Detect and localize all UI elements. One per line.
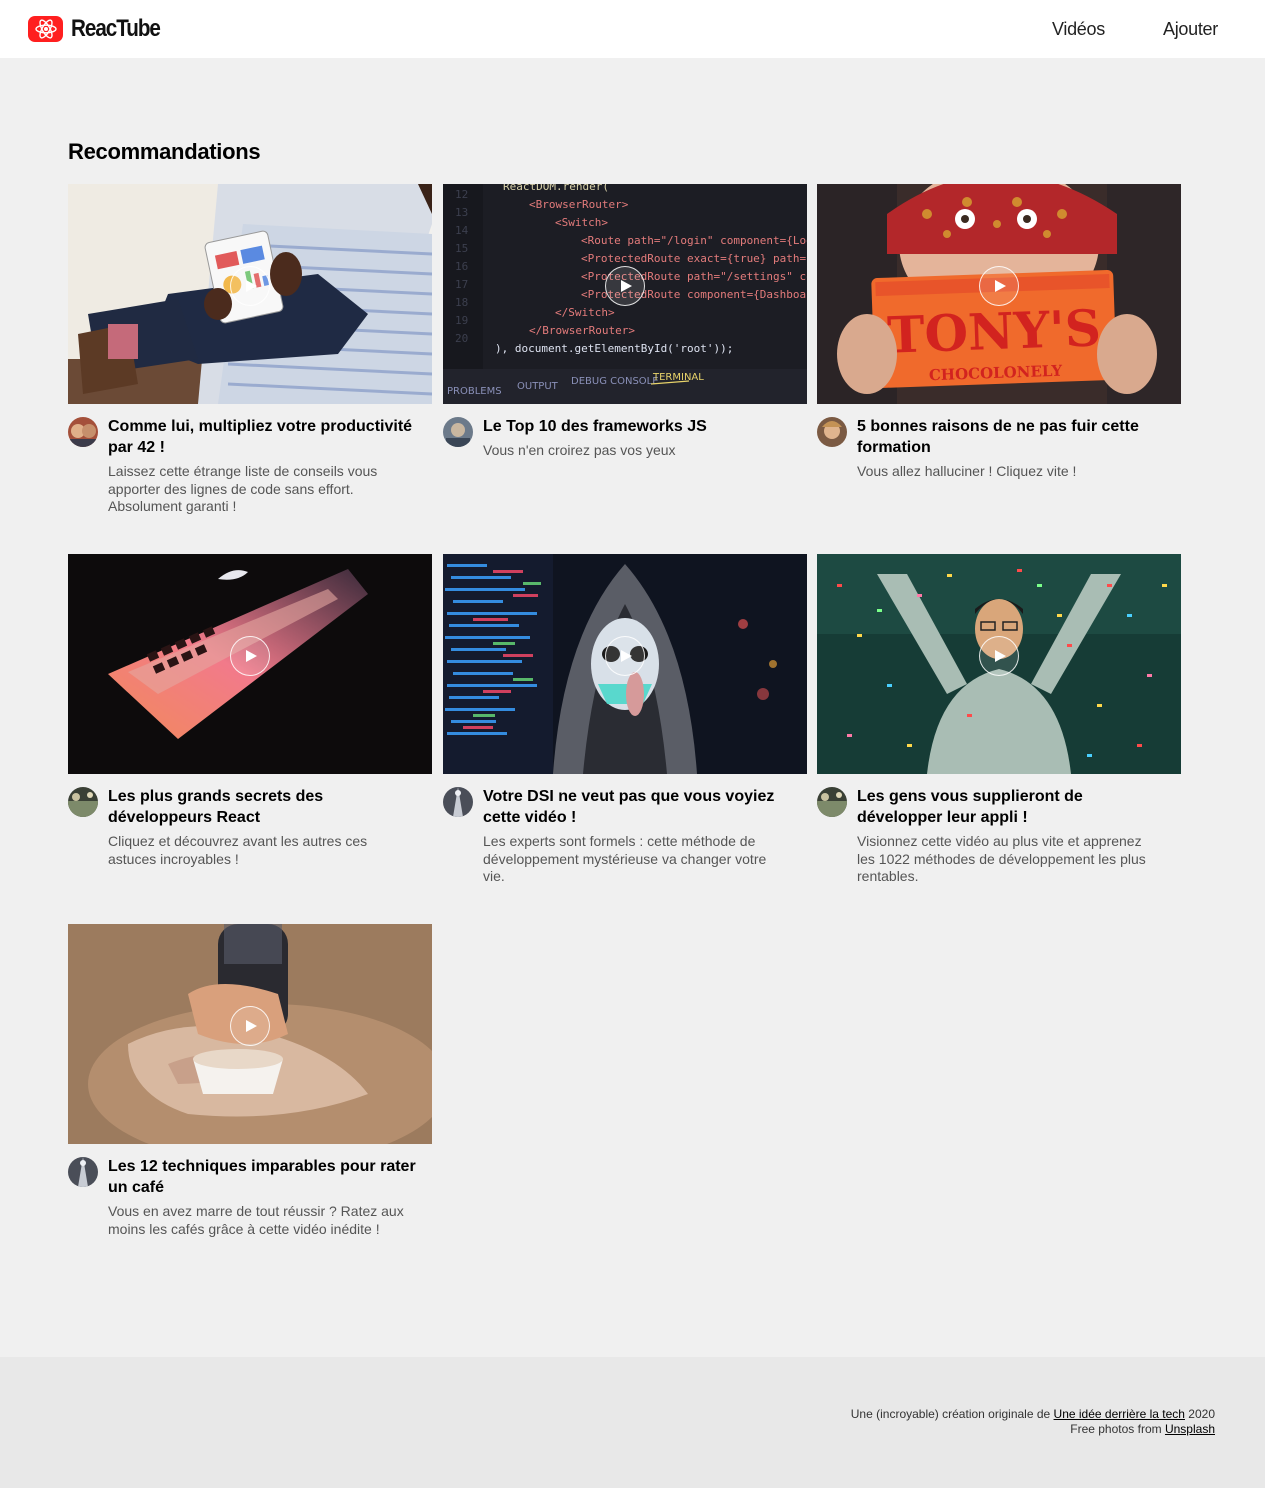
nav-add-link[interactable]: Ajouter	[1163, 19, 1218, 40]
video-title[interactable]: Le Top 10 des frameworks JS	[483, 416, 807, 437]
line-number: 20	[455, 332, 468, 345]
code-line: </BrowserRouter>	[529, 324, 635, 337]
code-line: <Route path="/login" component={Login}	[581, 234, 807, 247]
play-button[interactable]	[230, 266, 270, 306]
video-card[interactable]: Les plus grands secrets des développeurs…	[68, 554, 432, 868]
panel-tab: PROBLEMS	[447, 386, 502, 397]
top-bar: ReacTube Vidéos Ajouter	[0, 0, 1265, 58]
video-title[interactable]: Les 12 techniques imparables pour rater …	[108, 1156, 432, 1198]
channel-avatar[interactable]	[817, 417, 847, 447]
footer-line-photos: Free photos from Unsplash	[851, 1422, 1215, 1437]
video-thumbnail[interactable]	[68, 554, 432, 774]
play-button[interactable]	[230, 1006, 270, 1046]
code-line: <Switch>	[555, 216, 608, 229]
channel-avatar[interactable]	[68, 787, 98, 817]
video-thumbnail[interactable]	[817, 554, 1181, 774]
footer: Une (incroyable) création originale de U…	[0, 1357, 1265, 1488]
play-button[interactable]	[605, 636, 645, 676]
line-number: 18	[455, 296, 468, 309]
play-icon	[995, 280, 1006, 292]
video-card[interactable]: 12 13 14 15 16 17 18 19 20 ReactDOM.rend…	[443, 184, 807, 460]
code-line: <ProtectedRoute exact={true} path="/" co…	[581, 252, 807, 265]
footer-credits: Une (incroyable) création originale de U…	[851, 1407, 1215, 1437]
video-thumbnail[interactable]	[443, 554, 807, 774]
video-thumbnail[interactable]: TONY'S CHOCOLONELY	[817, 184, 1181, 404]
code-line: <BrowserRouter>	[529, 198, 629, 211]
channel-avatar[interactable]	[817, 787, 847, 817]
code-line: ReactDOM.render(	[503, 184, 609, 193]
video-description: Laissez cette étrange liste de conseils …	[108, 463, 378, 514]
code-line: </Switch>	[555, 306, 615, 319]
channel-avatar[interactable]	[443, 787, 473, 817]
footer-author-link[interactable]: Une idée derrière la tech	[1054, 1407, 1185, 1421]
video-card[interactable]: Votre DSI ne veut pas que vous voyiez ce…	[443, 554, 807, 886]
code-line: ), document.getElementById('root'));	[495, 342, 733, 355]
line-number: 15	[455, 242, 468, 255]
play-icon	[246, 650, 257, 662]
footer-photos-prefix: Free photos from	[1070, 1422, 1165, 1436]
line-number: 19	[455, 314, 468, 327]
video-title[interactable]: Les plus grands secrets des développeurs…	[108, 786, 432, 828]
line-number: 16	[455, 260, 468, 273]
play-icon	[621, 650, 632, 662]
brand-logo[interactable]: ReacTube	[28, 15, 174, 43]
play-icon	[621, 280, 632, 292]
video-title[interactable]: 5 bonnes raisons de ne pas fuir cette fo…	[857, 416, 1181, 458]
footer-creation-prefix: Une (incroyable) création originale de	[850, 1407, 1054, 1421]
video-description: Vous allez halluciner ! Cliquez vite !	[857, 463, 1077, 479]
channel-avatar[interactable]	[443, 417, 473, 447]
line-number: 17	[455, 278, 468, 291]
chocolate-brand-text: TONY'S	[886, 298, 1102, 364]
react-atom-icon	[28, 16, 63, 42]
play-button[interactable]	[979, 266, 1019, 306]
video-description: Cliquez et découvrez avant les autres ce…	[108, 833, 368, 867]
play-icon	[995, 650, 1006, 662]
channel-avatar[interactable]	[68, 417, 98, 447]
section-title: Recommandations	[68, 139, 261, 164]
video-thumbnail[interactable]: 12 13 14 15 16 17 18 19 20 ReactDOM.rend…	[443, 184, 807, 404]
video-card[interactable]: Les gens vous supplieront de développer …	[817, 554, 1181, 886]
video-description: Vous n'en croirez pas vos yeux	[483, 442, 676, 458]
play-button[interactable]	[979, 636, 1019, 676]
video-title[interactable]: Comme lui, multipliez votre productivité…	[108, 416, 432, 458]
nav-videos-link[interactable]: Vidéos	[1052, 19, 1105, 40]
video-description: Les experts sont formels : cette méthode…	[483, 833, 767, 884]
video-description: Visionnez cette vidéo au plus vite et ap…	[857, 833, 1146, 884]
video-thumbnail[interactable]	[68, 924, 432, 1144]
play-icon	[246, 1020, 257, 1032]
video-card[interactable]: Comme lui, multipliez votre productivité…	[68, 184, 432, 516]
play-button[interactable]	[605, 266, 645, 306]
video-title[interactable]: Votre DSI ne veut pas que vous voyiez ce…	[483, 786, 807, 828]
panel-tab: OUTPUT	[517, 381, 559, 392]
brand-name: ReacTube	[71, 15, 161, 42]
footer-line-creation: Une (incroyable) création originale de U…	[851, 1407, 1215, 1422]
line-number: 13	[455, 206, 468, 219]
line-number: 12	[455, 188, 468, 201]
video-title[interactable]: Les gens vous supplieront de développer …	[857, 786, 1181, 828]
play-button[interactable]	[230, 636, 270, 676]
footer-unsplash-link[interactable]: Unsplash	[1165, 1422, 1215, 1436]
panel-tab: DEBUG CONSOLE	[571, 376, 659, 387]
video-description: Vous en avez marre de tout réussir ? Rat…	[108, 1203, 404, 1237]
video-thumbnail[interactable]	[68, 184, 432, 404]
video-card[interactable]: Les 12 techniques imparables pour rater …	[68, 924, 432, 1238]
channel-avatar[interactable]	[68, 1157, 98, 1187]
line-number: 14	[455, 224, 469, 237]
video-card[interactable]: TONY'S CHOCOLONELY 5 bonnes raisons de n…	[817, 184, 1181, 481]
play-icon	[246, 280, 257, 292]
footer-year: 2020	[1184, 1407, 1215, 1421]
